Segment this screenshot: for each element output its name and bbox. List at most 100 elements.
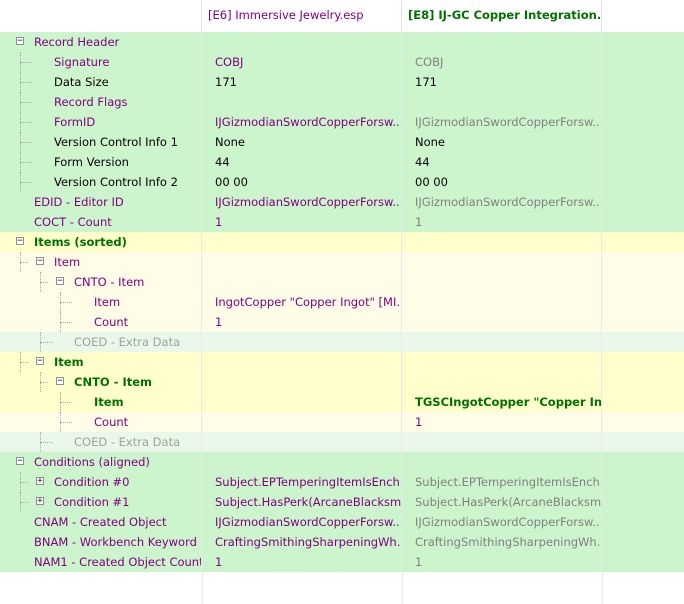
table-row[interactable]: COCT - Count 1 1 xyxy=(0,212,684,232)
collapse-icon[interactable]: − xyxy=(16,37,24,46)
row-name-cell[interactable]: Form Version xyxy=(0,152,202,172)
file1-value-cell[interactable]: 171 xyxy=(202,72,402,92)
file1-value-cell[interactable]: Subject.EPTemperingItemIsEnch... xyxy=(202,472,402,492)
table-row[interactable]: − CNTO - Item xyxy=(0,272,684,292)
row-name-cell[interactable]: BNAM - Workbench Keyword xyxy=(0,532,202,552)
table-row[interactable]: − Record Header xyxy=(0,32,684,52)
table-row[interactable]: COED - Extra Data xyxy=(0,332,684,352)
table-row[interactable]: − Conditions (aligned) xyxy=(0,452,684,472)
row-name-cell[interactable]: Data Size xyxy=(0,72,202,92)
collapse-icon[interactable]: − xyxy=(36,357,44,366)
file2-value-cell[interactable] xyxy=(402,92,602,112)
table-row[interactable]: Version Control Info 2 00 00 00 00 xyxy=(0,172,684,192)
row-name-cell[interactable]: EDID - Editor ID xyxy=(0,192,202,212)
file2-value-cell[interactable] xyxy=(402,352,602,372)
row-name-cell[interactable]: FormID xyxy=(0,112,202,132)
file2-value-cell[interactable]: IJGizmodianSwordCopperForsw... xyxy=(402,192,602,212)
row-name-cell[interactable]: CNAM - Created Object xyxy=(0,512,202,532)
file1-value-cell[interactable] xyxy=(202,432,402,452)
collapse-icon[interactable]: − xyxy=(36,257,44,266)
table-row[interactable]: Version Control Info 1 None None xyxy=(0,132,684,152)
row-name-cell[interactable]: − Conditions (aligned) xyxy=(0,452,202,472)
file2-value-cell[interactable] xyxy=(402,332,602,352)
table-row[interactable]: − Items (sorted) xyxy=(0,232,684,252)
file1-value-cell[interactable] xyxy=(202,412,402,432)
file1-value-cell[interactable]: IngotCopper "Copper Ingot" [MI... xyxy=(202,292,402,312)
table-row[interactable]: EDID - Editor ID IJGizmodianSwordCopperFo… xyxy=(0,192,684,212)
table-row[interactable]: NAM1 - Created Object Count 1 1 xyxy=(0,552,684,572)
file1-value-cell[interactable]: 00 00 xyxy=(202,172,402,192)
file2-value-cell[interactable]: IJGizmodianSwordCopperForsw... xyxy=(402,512,602,532)
header-names[interactable] xyxy=(0,0,202,32)
file2-value-cell[interactable] xyxy=(402,32,602,52)
file2-value-cell[interactable] xyxy=(402,252,602,272)
row-name-cell[interactable]: + Condition #0 xyxy=(0,472,202,492)
table-row[interactable]: CNAM - Created Object IJGizmodianSwordCop… xyxy=(0,512,684,532)
header-file2[interactable]: [E8] IJ-GC Copper Integration.esp xyxy=(402,0,602,32)
row-name-cell[interactable]: Version Control Info 2 xyxy=(0,172,202,192)
file2-value-cell[interactable]: 1 xyxy=(402,212,602,232)
file2-value-cell[interactable] xyxy=(402,272,602,292)
row-name-cell[interactable]: − Items (sorted) xyxy=(0,232,202,252)
row-name-cell[interactable]: COED - Extra Data xyxy=(0,332,202,352)
row-name-cell[interactable]: Item xyxy=(0,392,202,412)
table-row[interactable]: COED - Extra Data xyxy=(0,432,684,452)
table-row[interactable]: Count 1 xyxy=(0,312,684,332)
file2-value-cell[interactable] xyxy=(402,312,602,332)
file1-value-cell[interactable] xyxy=(202,352,402,372)
file1-value-cell[interactable] xyxy=(202,92,402,112)
collapse-icon[interactable]: − xyxy=(56,377,64,386)
row-name-cell[interactable]: Signature xyxy=(0,52,202,72)
file2-value-cell[interactable] xyxy=(402,432,602,452)
file1-value-cell[interactable]: None xyxy=(202,132,402,152)
row-name-cell[interactable]: − Item xyxy=(0,252,202,272)
file2-value-cell[interactable]: 1 xyxy=(402,552,602,572)
file1-value-cell[interactable] xyxy=(202,32,402,52)
row-name-cell[interactable]: − Item xyxy=(0,352,202,372)
file2-value-cell[interactable]: CraftingSmithingSharpeningWh... xyxy=(402,532,602,552)
file1-value-cell[interactable] xyxy=(202,332,402,352)
table-row[interactable]: Form Version 44 44 xyxy=(0,152,684,172)
collapse-icon[interactable]: − xyxy=(16,237,24,246)
file1-value-cell[interactable]: 1 xyxy=(202,312,402,332)
collapse-icon[interactable]: − xyxy=(16,457,24,466)
file1-value-cell[interactable]: 44 xyxy=(202,152,402,172)
row-name-cell[interactable]: Version Control Info 1 xyxy=(0,132,202,152)
file2-value-cell[interactable]: Subject.EPTemperingItemIsEnch... xyxy=(402,472,602,492)
file2-value-cell[interactable]: 1 xyxy=(402,412,602,432)
row-name-cell[interactable]: Item xyxy=(0,292,202,312)
table-row[interactable]: Item TGSCIngotCopper "Copper Ing... xyxy=(0,392,684,412)
file2-value-cell[interactable] xyxy=(402,232,602,252)
table-row[interactable]: Count 1 xyxy=(0,412,684,432)
row-name-cell[interactable]: + Condition #1 xyxy=(0,492,202,512)
table-row[interactable]: − Item xyxy=(0,352,684,372)
file1-value-cell[interactable] xyxy=(202,392,402,412)
file1-value-cell[interactable] xyxy=(202,372,402,392)
file2-value-cell[interactable]: 00 00 xyxy=(402,172,602,192)
row-name-cell[interactable]: − CNTO - Item xyxy=(0,372,202,392)
row-name-cell[interactable]: Count xyxy=(0,312,202,332)
collapse-icon[interactable]: − xyxy=(56,277,64,286)
table-row[interactable]: BNAM - Workbench Keyword CraftingSmithing… xyxy=(0,532,684,552)
row-name-cell[interactable]: − Record Header xyxy=(0,32,202,52)
row-name-cell[interactable]: COCT - Count xyxy=(0,212,202,232)
file1-value-cell[interactable]: COBJ xyxy=(202,52,402,72)
file1-value-cell[interactable] xyxy=(202,452,402,472)
file2-value-cell[interactable]: IJGizmodianSwordCopperForsw... xyxy=(402,112,602,132)
file1-value-cell[interactable] xyxy=(202,232,402,252)
table-row[interactable]: FormID IJGizmodianSwordCopperForsw... IJGi… xyxy=(0,112,684,132)
file2-value-cell[interactable]: 44 xyxy=(402,152,602,172)
file1-value-cell[interactable]: 1 xyxy=(202,212,402,232)
expand-icon[interactable]: + xyxy=(36,497,44,506)
file1-value-cell[interactable]: IJGizmodianSwordCopperForsw... xyxy=(202,192,402,212)
file1-value-cell[interactable]: CraftingSmithingSharpeningWh... xyxy=(202,532,402,552)
table-row[interactable]: − CNTO - Item xyxy=(0,372,684,392)
row-name-cell[interactable]: COED - Extra Data xyxy=(0,432,202,452)
row-name-cell[interactable]: NAM1 - Created Object Count xyxy=(0,552,202,572)
table-row[interactable]: + Condition #1 Subject.HasPerk(ArcaneBlack… xyxy=(0,492,684,512)
table-row[interactable]: Record Flags xyxy=(0,92,684,112)
header-file1[interactable]: [E6] Immersive Jewelry.esp xyxy=(202,0,402,32)
file2-value-cell[interactable] xyxy=(402,372,602,392)
file1-value-cell[interactable]: Subject.HasPerk(ArcaneBlacksmi... xyxy=(202,492,402,512)
table-row[interactable]: Signature COBJ COBJ xyxy=(0,52,684,72)
